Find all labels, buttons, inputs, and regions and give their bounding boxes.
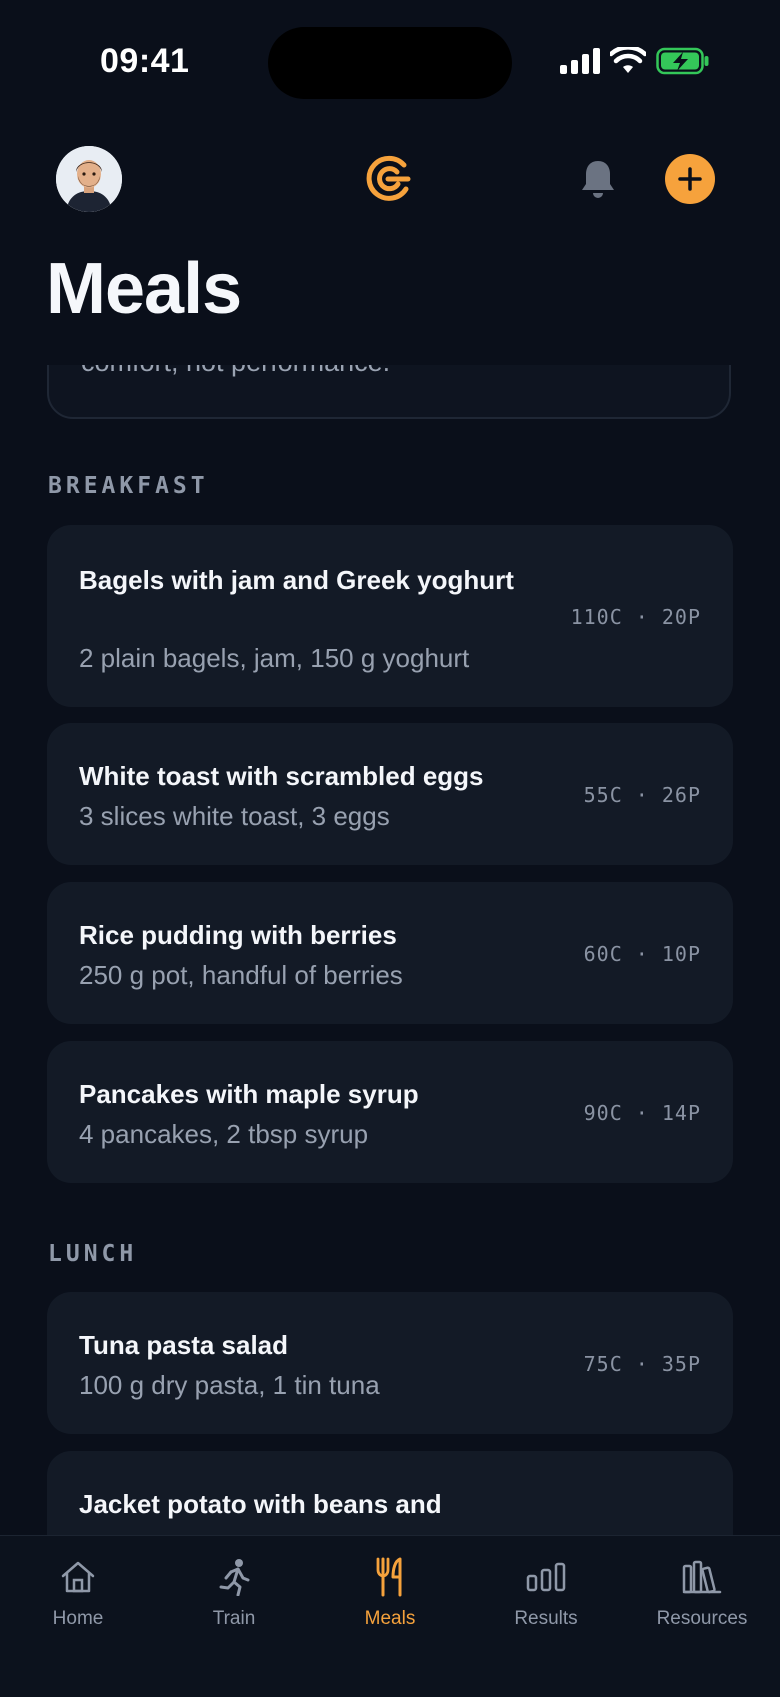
- home-icon: [61, 1561, 95, 1593]
- meal-name: Pancakes with maple syrup: [79, 1079, 419, 1109]
- notifications-bell-icon[interactable]: [578, 158, 618, 200]
- status-time: 09:41: [100, 42, 190, 80]
- tab-results[interactable]: Results: [468, 1554, 624, 1630]
- battery-charging-icon: [656, 47, 709, 75]
- meals-scroll-area[interactable]: comfort, not performance. BREAKFAST Bage…: [0, 365, 780, 1535]
- bottom-tab-bar: Home Train Meals Results Resources: [0, 1535, 780, 1697]
- meal-name: Jacket potato with beans and: [79, 1489, 442, 1519]
- meal-card[interactable]: White toast with scrambled eggs 3 slices…: [47, 723, 733, 865]
- tab-label: Home: [52, 1608, 104, 1629]
- meal-description: 3 slices white toast, 3 eggs: [79, 801, 390, 831]
- tab-label: Results: [514, 1608, 578, 1629]
- meal-macros: 55C · 26P: [583, 783, 701, 807]
- bar-chart-icon: [526, 1562, 566, 1592]
- top-bar: [0, 140, 780, 220]
- avatar[interactable]: [56, 146, 122, 212]
- tab-meals[interactable]: Meals: [312, 1554, 468, 1630]
- meal-name: Bagels with jam and Greek yoghurt: [79, 565, 514, 595]
- meal-macros: 60C · 10P: [583, 942, 701, 966]
- meal-macros: 75C · 35P: [583, 1352, 701, 1376]
- meal-card[interactable]: Jacket potato with beans and: [47, 1451, 733, 1535]
- meal-card[interactable]: Rice pudding with berries 250 g pot, han…: [47, 882, 733, 1024]
- tab-label: Meals: [364, 1608, 416, 1629]
- tab-home[interactable]: Home: [0, 1554, 156, 1630]
- meal-macros: 90C · 14P: [583, 1101, 701, 1125]
- app-logo-icon: [366, 155, 411, 201]
- section-label-breakfast: BREAKFAST: [48, 473, 209, 499]
- meal-description: 250 g pot, handful of berries: [79, 960, 403, 990]
- intro-text: comfort, not performance.: [81, 365, 390, 378]
- page-title: Meals: [46, 249, 242, 329]
- books-icon: [682, 1560, 722, 1594]
- meal-name: Rice pudding with berries: [79, 920, 397, 950]
- status-bar: 09:41: [0, 0, 780, 120]
- meal-description: 2 plain bagels, jam, 150 g yoghurt: [79, 643, 470, 673]
- status-icons: [560, 47, 710, 75]
- intro-card: comfort, not performance.: [47, 365, 731, 419]
- tab-train[interactable]: Train: [156, 1554, 312, 1630]
- avatar-person-icon: [56, 146, 122, 212]
- meal-card[interactable]: Bagels with jam and Greek yoghurt 2 plai…: [47, 525, 733, 707]
- dynamic-island: [268, 27, 512, 99]
- runner-icon: [219, 1559, 250, 1596]
- tab-label: Train: [212, 1608, 256, 1629]
- meal-description: 4 pancakes, 2 tbsp syrup: [79, 1119, 369, 1149]
- meal-card[interactable]: Tuna pasta salad 100 g dry pasta, 1 tin …: [47, 1292, 733, 1434]
- tab-label: Resources: [656, 1608, 748, 1629]
- meal-macros: 110C · 20P: [570, 605, 701, 629]
- meal-description: 100 g dry pasta, 1 tin tuna: [79, 1370, 380, 1400]
- meal-name: Tuna pasta salad: [79, 1330, 289, 1360]
- meal-name: White toast with scrambled eggs: [79, 761, 484, 791]
- meal-card[interactable]: Pancakes with maple syrup 4 pancakes, 2 …: [47, 1041, 733, 1183]
- cellular-signal-icon: [560, 48, 600, 74]
- fork-knife-icon: [376, 1557, 402, 1597]
- plus-icon: [678, 167, 702, 191]
- section-label-lunch: LUNCH: [48, 1241, 138, 1267]
- add-meal-button[interactable]: [665, 154, 715, 204]
- tab-resources[interactable]: Resources: [624, 1554, 780, 1630]
- wifi-icon: [610, 47, 646, 73]
